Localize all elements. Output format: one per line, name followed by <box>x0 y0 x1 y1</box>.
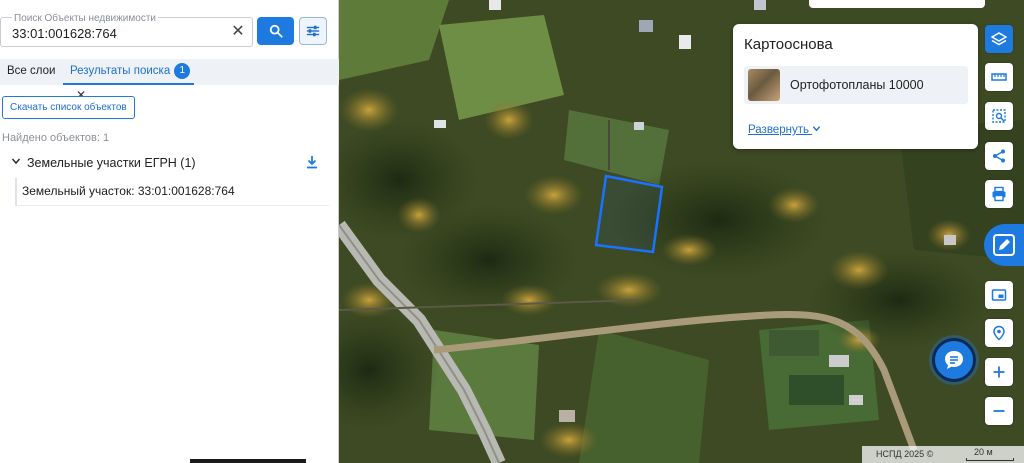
found-count: Найдено объектов: 1 <box>2 132 110 144</box>
minimap-button[interactable] <box>985 281 1013 309</box>
tab-bar: Все слои Результаты поиска 1✕ <box>0 59 339 102</box>
search-panel: Поиск Объекты недвижимости 33:01:001628:… <box>0 0 339 463</box>
download-icon[interactable] <box>305 155 319 169</box>
basemap-panel: Картооснова Ортофотопланы 10000 Разверну… <box>733 24 978 149</box>
picture-in-picture-icon <box>991 289 1007 301</box>
minus-icon <box>993 410 1005 412</box>
search-button[interactable] <box>257 17 294 45</box>
basemap-expand-label: Развернуть <box>748 124 809 136</box>
tab-all-layers[interactable]: Все слои <box>7 59 55 85</box>
basemap-thumbnail <box>748 69 780 101</box>
tab-results-label: Результаты поиска <box>70 65 171 77</box>
download-list-button[interactable]: Скачать список объектов <box>2 96 135 119</box>
chat-icon <box>945 351 963 369</box>
tab-search-results[interactable]: Результаты поиска 1✕ <box>63 59 194 102</box>
search-icon <box>269 24 283 38</box>
chat-button[interactable] <box>932 338 976 382</box>
search-floating-label: Поиск Объекты недвижимости <box>12 13 158 24</box>
basemap-option-selected[interactable]: Ортофотопланы 10000 <box>744 66 968 104</box>
result-group-label: Земельные участки ЕГРН (1) <box>27 156 196 170</box>
select-area-button[interactable] <box>985 102 1013 130</box>
pencil-icon <box>993 234 1015 256</box>
list-item[interactable]: Земельный участок: 33:01:001628:764 <box>15 178 329 206</box>
basemap-title: Картооснова <box>744 36 833 53</box>
map-attribution: НСПД 2025 © <box>876 449 934 459</box>
result-group-header[interactable]: Земельные участки ЕГРН (1) <box>0 152 330 174</box>
basemap-expand-link[interactable]: Развернуть <box>748 124 821 136</box>
scale-bar: НСПД 2025 © 20 м <box>862 446 1024 463</box>
locate-button[interactable] <box>985 319 1013 347</box>
zoom-out-button[interactable] <box>985 397 1013 425</box>
print-button[interactable] <box>985 180 1013 208</box>
sliders-icon <box>306 25 320 37</box>
plus-icon <box>993 366 1005 378</box>
bottom-edge-bar <box>190 459 306 463</box>
draw-panel-tab[interactable] <box>984 224 1024 266</box>
share-icon <box>993 149 1005 163</box>
parcel-outline[interactable] <box>594 174 664 254</box>
layers-button[interactable] <box>985 25 1013 53</box>
ruler-icon <box>991 73 1007 81</box>
search-input[interactable]: Поиск Объекты недвижимости 33:01:001628:… <box>0 13 253 47</box>
layers-icon <box>991 32 1007 46</box>
basemap-option-label: Ортофотопланы 10000 <box>790 78 924 92</box>
top-panel-edge <box>809 0 985 8</box>
search-row: Поиск Объекты недвижимости 33:01:001628:… <box>0 13 339 49</box>
search-value[interactable]: 33:01:001628:764 <box>12 26 117 41</box>
filter-button[interactable] <box>299 17 327 45</box>
measure-button[interactable] <box>985 63 1013 91</box>
share-button[interactable] <box>985 142 1013 170</box>
select-area-icon <box>992 109 1006 123</box>
printer-icon <box>992 186 1006 202</box>
scale-label: 20 м <box>974 447 993 457</box>
scale-line <box>966 458 1014 461</box>
chevron-down-icon[interactable] <box>11 156 21 166</box>
chevron-down-icon <box>812 126 821 132</box>
results-count-badge: 1 <box>174 63 191 79</box>
clear-icon[interactable]: ✕ <box>230 24 246 40</box>
location-icon <box>993 325 1005 341</box>
zoom-in-button[interactable] <box>985 358 1013 386</box>
